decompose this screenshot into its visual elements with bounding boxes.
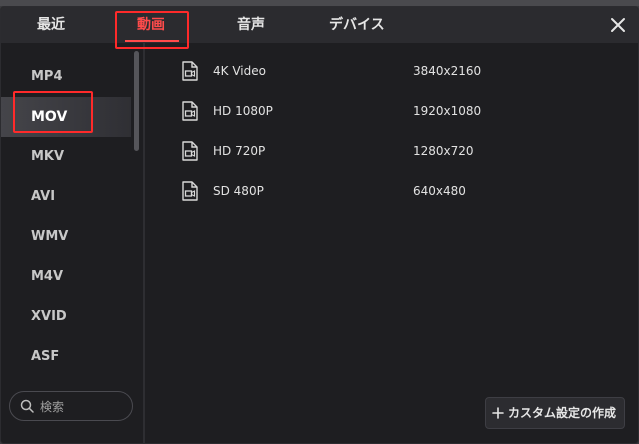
file-video-icon [182,141,198,161]
preset-row[interactable]: 4K Video 3840x2160 [177,51,577,91]
preset-name: SD 480P [213,184,264,198]
search-box[interactable] [9,391,133,421]
format-item-m4v[interactable]: M4V [1,257,131,297]
format-highlight-box [13,91,93,133]
format-item-asf[interactable]: ASF [1,337,131,377]
preset-row[interactable]: HD 1080P 1920x1080 [177,91,577,131]
tab-bar: 最近 動画 音声 デバイス [1,7,638,43]
format-item-mkv[interactable]: MKV [1,137,131,177]
preset-name: HD 720P [213,144,266,158]
preset-name: 4K Video [213,64,266,78]
preset-resolution: 3840x2160 [413,64,482,78]
preset-resolution: 1280x720 [413,144,474,158]
tab-device[interactable]: デバイス [329,7,385,43]
format-item-xvid[interactable]: XVID [1,297,131,337]
create-custom-preset-label: カスタム設定の作成 [508,406,617,420]
plus-icon [492,407,504,419]
format-item-wmv[interactable]: WMV [1,217,131,257]
preset-row[interactable]: SD 480P 640x480 [177,171,577,211]
tab-audio[interactable]: 音声 [237,7,265,43]
tab-recent[interactable]: 最近 [37,7,65,43]
file-video-icon [182,101,198,121]
file-video-icon [182,181,198,201]
preset-resolution: 640x480 [413,184,466,198]
preset-row[interactable]: HD 720P 1280x720 [177,131,577,171]
preset-name: HD 1080P [213,104,273,118]
search-icon [20,399,34,413]
format-item-avi[interactable]: AVI [1,177,131,217]
file-video-icon [182,61,198,81]
search-input[interactable] [38,396,130,418]
create-custom-preset-button[interactable]: カスタム設定の作成 [485,397,625,429]
sidebar-scrollbar[interactable] [134,51,139,151]
tab-highlight-box [115,11,189,49]
preset-resolution: 1920x1080 [413,104,482,118]
format-dialog: 最近 動画 音声 デバイス MP4 MOV MKV AVI WMV M4V XV… [0,6,639,444]
close-icon[interactable] [608,15,628,35]
